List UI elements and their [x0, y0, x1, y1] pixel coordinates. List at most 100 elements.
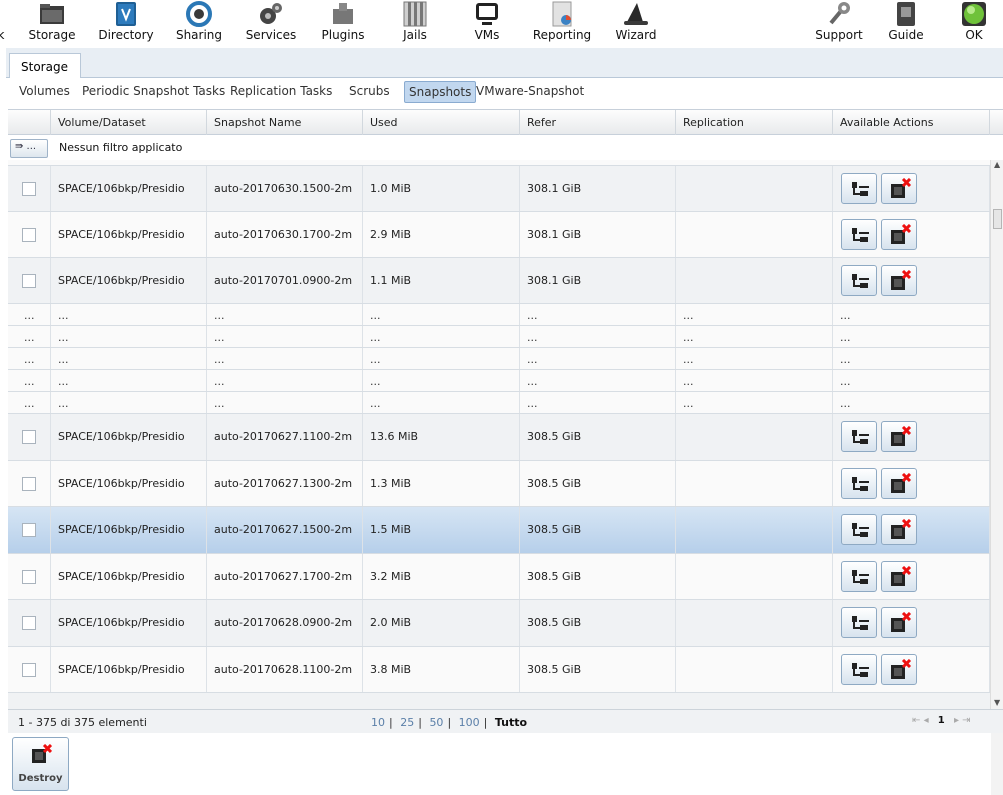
clone-snapshot-button[interactable] [841, 219, 877, 250]
row-checkbox[interactable] [22, 430, 36, 444]
ellipsis-cell: ... [207, 326, 363, 347]
table-row[interactable]: SPACE/106bkp/Presidio auto-20170627.1700-… [8, 553, 990, 600]
toolbar-jails[interactable]: Jails [394, 0, 436, 46]
toolbar-vms[interactable]: VMs [466, 0, 508, 46]
destroy-snapshot-button[interactable] [881, 173, 917, 204]
clone-snapshot-button[interactable] [841, 265, 877, 296]
table-row[interactable]: SPACE/106bkp/Presidio auto-20170628.0900-… [8, 600, 990, 647]
destroy-snapshot-button[interactable] [881, 421, 917, 452]
destroy-snapshot-button[interactable] [881, 514, 917, 545]
clone-snapshot-button[interactable] [841, 514, 877, 545]
toolbar-wizard[interactable]: Wizard [612, 0, 660, 46]
destroy-icon [891, 565, 912, 586]
header-refer[interactable]: Refer [520, 110, 676, 135]
row-used: 3.2 MiB [363, 553, 520, 599]
row-snapshot-name: auto-20170627.1500-2m [207, 507, 363, 553]
toolbar-cut-item[interactable]: k [0, 0, 6, 46]
page-size-100[interactable]: 100 [459, 716, 480, 729]
clone-icon [852, 662, 869, 677]
toolbar-directory[interactable]: Directory [96, 0, 156, 46]
row-dataset: SPACE/106bkp/Presidio [51, 258, 207, 303]
row-used: 1.1 MiB [363, 258, 520, 303]
toolbar-services[interactable]: Services [244, 0, 298, 46]
page-size-50[interactable]: 50 [429, 716, 443, 729]
row-checkbox[interactable] [22, 616, 36, 630]
row-replication [676, 258, 833, 303]
subtab-scrubs[interactable]: Scrubs [345, 81, 394, 103]
toolbar-sharing[interactable]: Sharing [174, 0, 224, 46]
row-checkbox[interactable] [22, 476, 36, 491]
next-page-icon[interactable]: ▸ [954, 715, 959, 726]
ellipsis-cell: ... [363, 348, 520, 369]
clone-snapshot-button[interactable] [841, 560, 877, 592]
clone-snapshot-button[interactable] [841, 421, 877, 452]
row-checkbox[interactable] [22, 228, 36, 242]
row-actions [833, 212, 990, 257]
filter-button[interactable]: ⇛ ... [10, 139, 48, 158]
row-checkbox[interactable] [22, 523, 36, 537]
row-checkbox[interactable] [22, 274, 36, 288]
clone-snapshot-button[interactable] [841, 173, 877, 204]
destroy-snapshot-button[interactable] [881, 560, 917, 592]
destroy-icon [891, 178, 912, 198]
clone-icon [852, 569, 869, 584]
scroll-down-arrow-icon[interactable]: ▼ [994, 698, 1000, 707]
table-row[interactable]: SPACE/106bkp/Presidio auto-20170701.0900-… [8, 258, 990, 304]
subtab-volumes[interactable]: Volumes [15, 81, 74, 103]
toolbar-storage[interactable]: Storage [28, 0, 76, 46]
current-page[interactable]: 1 [938, 715, 945, 726]
tab-storage[interactable]: Storage [9, 53, 81, 79]
subtab-vmware-snapshot[interactable]: VMware-Snapshot [472, 81, 588, 103]
row-checkbox[interactable] [22, 569, 36, 584]
toolbar-reporting[interactable]: Reporting [532, 0, 592, 46]
page-size-all[interactable]: Tutto [495, 716, 527, 729]
toolbar-plugins[interactable]: Plugins [318, 0, 368, 46]
row-replication [676, 212, 833, 257]
header-used[interactable]: Used [363, 110, 520, 135]
table-row[interactable]: SPACE/106bkp/Presidio auto-20170627.1500-… [8, 507, 990, 554]
table-row[interactable]: SPACE/106bkp/Presidio auto-20170630.1500-… [8, 166, 990, 212]
subtab-snapshots[interactable]: Snapshots [404, 81, 477, 103]
row-select-cell [8, 460, 51, 506]
header-available-actions[interactable]: Available Actions [833, 110, 990, 135]
page-size-10[interactable]: 10 [371, 716, 385, 729]
first-page-icon[interactable]: ⇤ [912, 715, 920, 726]
prev-page-icon[interactable]: ◂ [924, 715, 929, 726]
grid-vertical-scrollbar[interactable]: ▲ ▼ [990, 160, 1003, 710]
clone-snapshot-button[interactable] [841, 467, 877, 499]
row-refer: 308.5 GiB [520, 646, 676, 692]
destroy-snapshot-button[interactable] [881, 265, 917, 296]
header-snapshot-name[interactable]: Snapshot Name [207, 110, 363, 135]
scroll-up-arrow-icon[interactable]: ▲ [994, 160, 1000, 169]
scrollbar-thumb[interactable] [993, 209, 1002, 229]
toolbar-alert-ok[interactable]: OK [956, 0, 992, 46]
last-page-icon[interactable]: ⇥ [962, 715, 970, 726]
header-select[interactable] [8, 110, 51, 135]
clone-snapshot-button[interactable] [841, 653, 877, 685]
destroy-snapshot-button[interactable] [881, 467, 917, 499]
toolbar-guide[interactable]: Guide [884, 0, 928, 46]
page-size-25[interactable]: 25 [400, 716, 414, 729]
ellipsis-cell: ... [51, 392, 207, 413]
clone-snapshot-button[interactable] [841, 607, 877, 638]
destroy-button[interactable]: Destroy [12, 737, 69, 791]
row-checkbox[interactable] [22, 662, 36, 677]
header-volume-dataset[interactable]: Volume/Dataset [51, 110, 207, 135]
bottom-scrollbar[interactable] [991, 733, 1003, 795]
table-row[interactable]: SPACE/106bkp/Presidio auto-20170628.1100-… [8, 646, 990, 693]
subtab-periodic-snapshot-tasks[interactable]: Periodic Snapshot Tasks [78, 81, 229, 103]
destroy-snapshot-button[interactable] [881, 219, 917, 250]
toolbar-support[interactable]: Support [812, 0, 866, 46]
ellipsis-cell: ... [363, 304, 520, 325]
row-dataset: SPACE/106bkp/Presidio [51, 166, 207, 211]
table-row[interactable]: SPACE/106bkp/Presidio auto-20170627.1100-… [8, 414, 990, 461]
destroy-snapshot-button[interactable] [881, 653, 917, 685]
header-replication[interactable]: Replication [676, 110, 833, 135]
subtab-replication-tasks[interactable]: Replication Tasks [226, 81, 336, 103]
table-row[interactable]: SPACE/106bkp/Presidio auto-20170627.1300-… [8, 460, 990, 507]
table-row[interactable]: SPACE/106bkp/Presidio auto-20170630.1700-… [8, 212, 990, 258]
row-replication [676, 553, 833, 599]
row-checkbox[interactable] [22, 182, 36, 196]
ellipsis-cell: ... [520, 370, 676, 391]
destroy-snapshot-button[interactable] [881, 607, 917, 638]
